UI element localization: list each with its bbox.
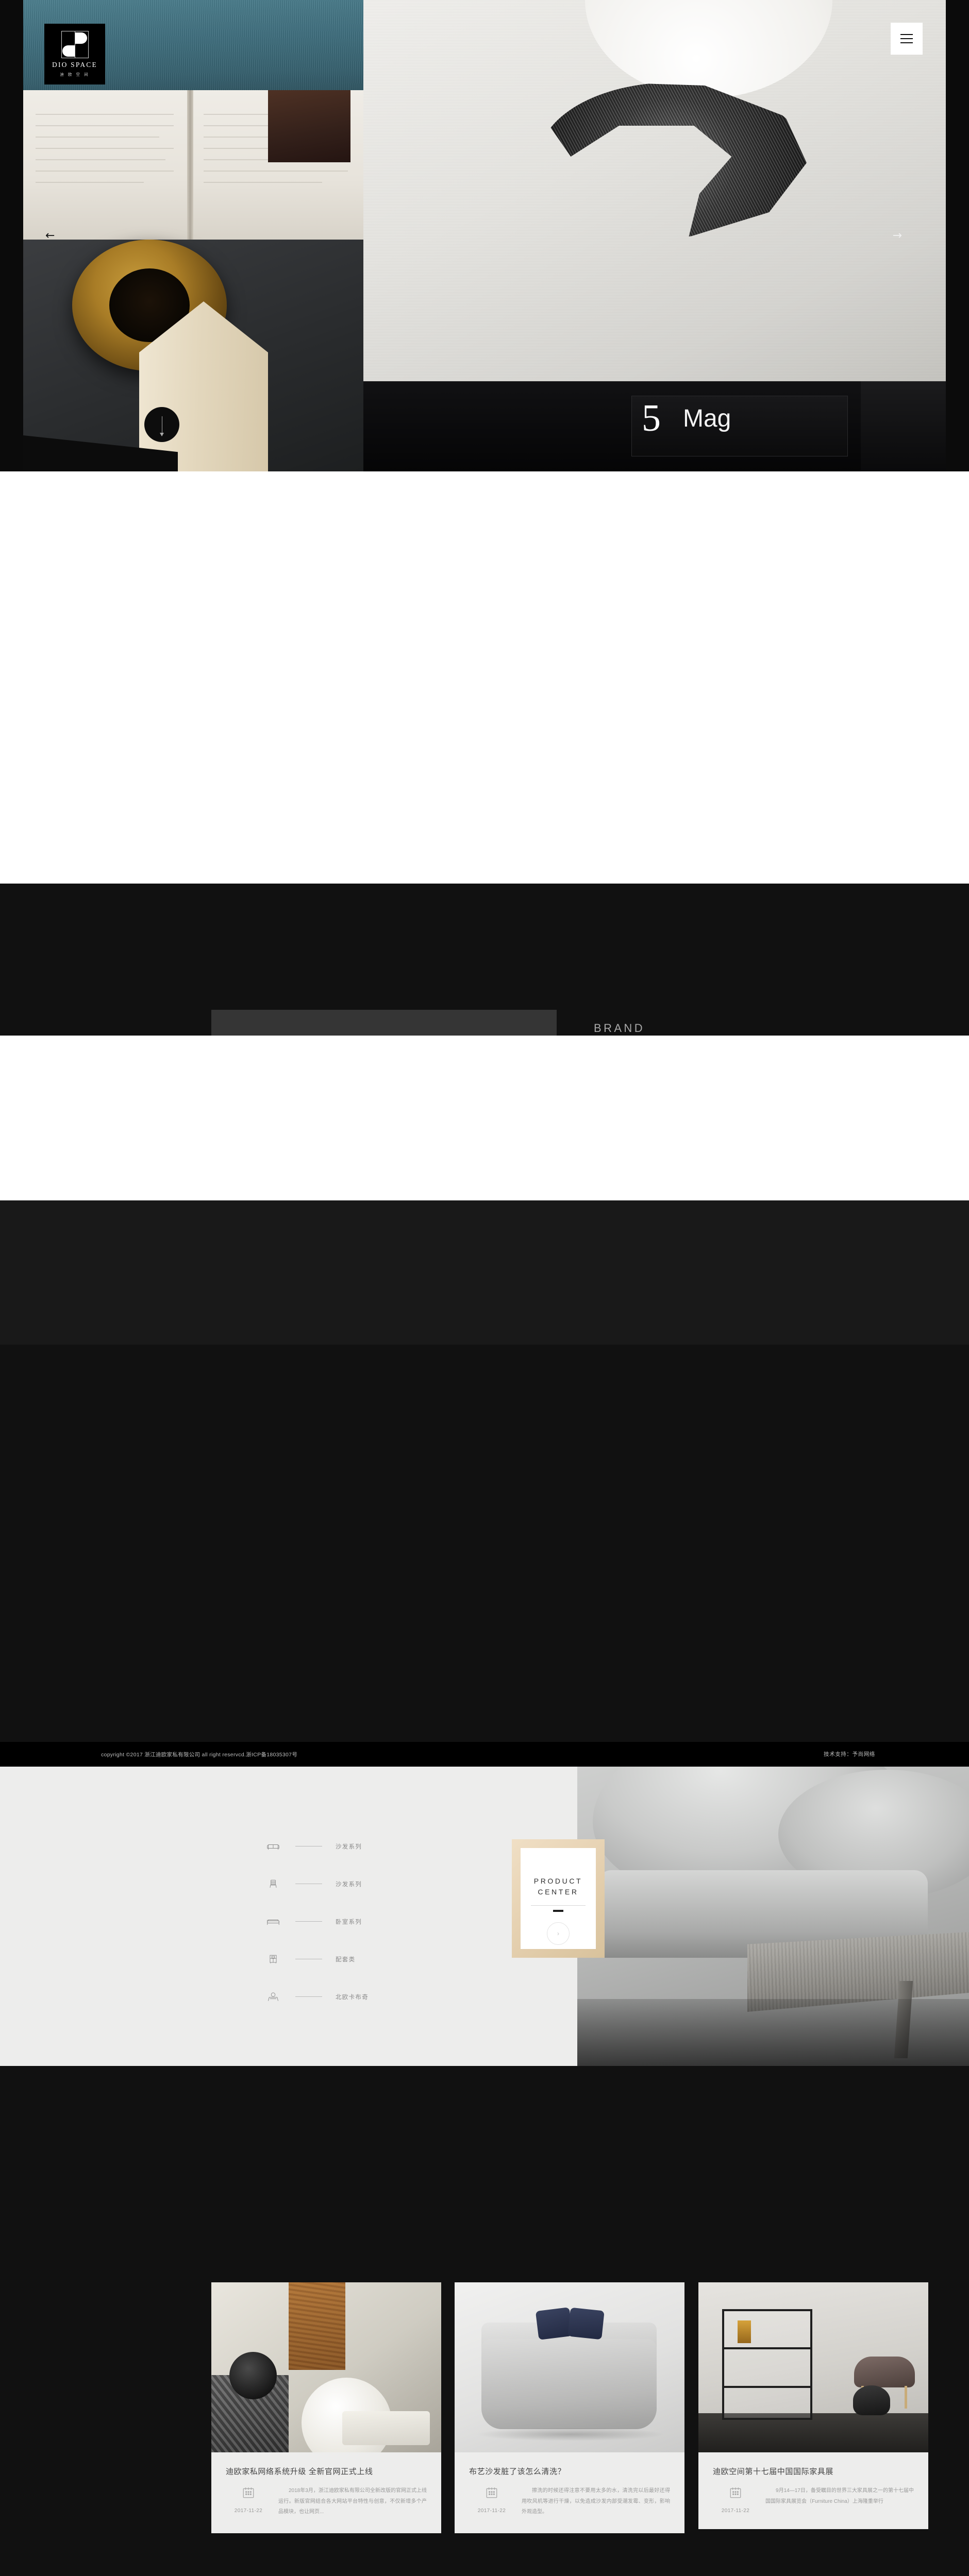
hamburger-menu-icon[interactable]: [891, 23, 923, 55]
divider: [531, 1905, 586, 1906]
news-thumbnail: [455, 2282, 684, 2452]
product-category-label: 卧室系列: [336, 1919, 362, 1925]
product-more-button[interactable]: ›: [547, 1922, 570, 1945]
cabinet-icon: [264, 1954, 282, 1965]
product-category-item[interactable]: 卧室系列: [264, 1903, 369, 1940]
product-center-section: 沙发系列 沙发系列 卧室系列 配套类 北欧卡布奇 PRODUCT CENTER …: [0, 884, 969, 2066]
calendar-icon: [242, 2487, 255, 2501]
news-excerpt: 9月14—17日，备受瞩目的世界三大家具展之一的第十七届中国国际家具展览会（Fu…: [765, 2488, 914, 2504]
calendar-icon: [729, 2487, 742, 2501]
news-thumbnail: [211, 2282, 441, 2452]
site-logo[interactable]: DIO SPACE 迪 欧 空 间: [44, 24, 105, 84]
product-category-label: 配套类: [336, 1956, 356, 1963]
logo-text-en: DIO SPACE: [52, 61, 97, 69]
product-category-item[interactable]: 沙发系列: [264, 1865, 369, 1903]
product-category-item[interactable]: 沙发系列: [264, 1827, 369, 1865]
news-card[interactable]: 布艺沙发脏了该怎么清洗？ 2017-11-22 擦洗的时候还得注意不要用太多的水…: [455, 2282, 684, 2533]
vanity-icon: [264, 1991, 282, 2003]
magazine-number: 5: [642, 397, 661, 439]
news-thumbnail: [698, 2282, 928, 2452]
news-date: 2017-11-22: [721, 2508, 750, 2514]
product-category-label: 沙发系列: [336, 1843, 362, 1850]
product-category-label: 北欧卡布奇: [336, 1994, 369, 2001]
calendar-icon: [485, 2487, 498, 2501]
accent-rule: [553, 1910, 563, 1912]
news-excerpt: 2018年3月，浙江迪欧家私有限公司全新改版的官网正式上线运行。新版官网结合各大…: [278, 2488, 427, 2515]
news-card[interactable]: 迪欧家私网络系统升级 全新官网正式上线 2017-11-22 2018年3月，浙…: [211, 2282, 441, 2533]
product-title-line2: CENTER: [538, 1887, 579, 1896]
news-date-block: 2017-11-22: [469, 2486, 514, 2518]
decor-dark-wood-swatch: [268, 90, 350, 162]
site-footer: DIO SPACE 迪 欧 空 间 走进迪欧 关于迪欧 发展历程 荣誉资质 服务…: [0, 1200, 969, 1345]
carousel-prev-arrow[interactable]: ←: [45, 229, 55, 242]
news-title: 布艺沙发脏了该怎么清洗？: [469, 2467, 566, 2476]
logo-text-cn: 迪 欧 空 间: [60, 72, 90, 77]
decor-book-gutter: [187, 90, 193, 240]
hero-left-gutter: [0, 0, 23, 471]
product-title-line1: PRODUCT: [533, 1877, 583, 1885]
hero-right-gutter: [946, 0, 969, 471]
hero-background-image: 5 Mag: [23, 0, 946, 471]
divider: [295, 1921, 322, 1922]
product-sofa-photo: [577, 1759, 969, 2066]
scroll-down-button[interactable]: [144, 407, 179, 442]
magazine-label: Mag: [683, 405, 731, 432]
carousel-next-arrow[interactable]: →: [893, 229, 902, 242]
decor-magazine-shelf: 5 Mag: [363, 381, 946, 471]
hero-section: 5 Mag DIO SPACE 迪 欧 空 间 ← →: [0, 0, 969, 471]
news-section: 迪欧家私网络系统升级 全新官网正式上线 2017-11-22 2018年3月，浙…: [0, 1036, 969, 2533]
news-card[interactable]: 迪欧空间第十七届中国国际家具展 2017-11-22 9月14—17日，备受瞩目…: [698, 2282, 928, 2529]
news-title: 迪欧空间第十七届中国国际家具展: [713, 2467, 834, 2476]
news-excerpt: 擦洗的时候还得注意不要用太多的水，清洗完以后最好还得用吹风机等进行干燥，以免造成…: [522, 2488, 670, 2515]
copyright-text: copyright ©2017 浙江迪欧家私有限公司 all right res…: [101, 1752, 298, 1758]
news-date-block: 2017-11-22: [226, 2486, 271, 2518]
chair-icon: [264, 1878, 282, 1890]
product-category-label: 沙发系列: [336, 1881, 362, 1888]
tech-support-link[interactable]: 技术支持：予尚网络: [824, 1750, 875, 1758]
decor-brush-crescent: [539, 82, 807, 237]
news-date: 2017-11-22: [477, 2508, 506, 2514]
logo-monogram-icon: [61, 31, 89, 58]
news-date-block: 2017-11-22: [713, 2486, 758, 2514]
product-category-list: 沙发系列 沙发系列 卧室系列 配套类 北欧卡布奇: [264, 1827, 369, 2015]
divider: [295, 1996, 322, 1997]
copyright-bar: copyright ©2017 浙江迪欧家私有限公司 all right res…: [0, 1742, 969, 1767]
news-title: 迪欧家私网络系统升级 全新官网正式上线: [226, 2467, 373, 2476]
brand-center-section: DIO SPACE 迪 欧 空 间 BRAND CENTER 迪欧空间 · 活得…: [0, 471, 969, 1273]
bed-icon: [264, 1916, 282, 1927]
news-date: 2017-11-22: [234, 2508, 263, 2514]
sofa-icon: [264, 1841, 282, 1852]
product-category-item[interactable]: 北欧卡布奇: [264, 1978, 369, 2015]
product-category-item[interactable]: 配套类: [264, 1940, 369, 1978]
product-center-card: PRODUCT CENTER ›: [512, 1839, 605, 1958]
